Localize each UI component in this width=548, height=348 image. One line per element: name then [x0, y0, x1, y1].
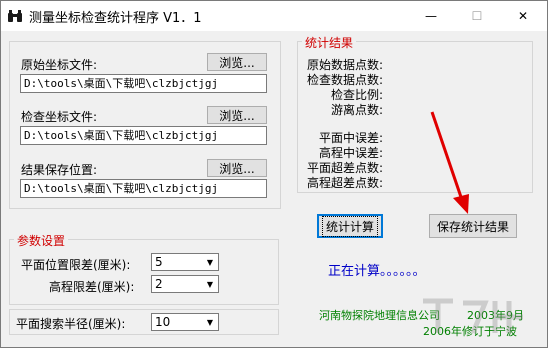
check-file-input[interactable]: D:\tools\桌面\下载吧\clzbjctjgj — [20, 126, 267, 145]
result-location-label: 结果保存位置: — [21, 163, 98, 177]
chevron-down-icon[interactable]: ▼ — [202, 276, 218, 292]
search-radius-select[interactable]: 10 ▼ — [151, 313, 219, 331]
chevron-down-icon[interactable]: ▼ — [202, 254, 218, 270]
height-limit-label: 高程限差(厘米): — [49, 280, 135, 294]
search-radius-label: 平面搜索半径(厘米): — [16, 317, 126, 331]
height-limit-select[interactable]: 2 ▼ — [151, 275, 219, 293]
status-text: 正在计算。。。。。。 — [328, 264, 426, 279]
plane-limit-value: 5 — [155, 255, 163, 269]
watermark-logo — [423, 298, 523, 334]
plane-limit-label: 平面位置限差(厘米): — [21, 258, 131, 272]
result-location-input[interactable]: D:\tools\桌面\下载吧\clzbjctjgj — [20, 179, 267, 198]
browse-result-label: 浏览... — [219, 161, 255, 176]
search-radius-value: 10 — [155, 315, 171, 329]
binoculars-icon — [8, 10, 22, 22]
height-limit-value: 2 — [155, 277, 163, 291]
save-results-button[interactable]: 保存统计结果 — [429, 214, 517, 238]
stats-legend: 统计结果 — [302, 34, 357, 51]
maximize-button[interactable]: ☐ — [454, 1, 500, 31]
app-window: 测量坐标检查统计程序 V1．1 — ☐ ✕ 原始坐标文件: 浏览... D:\t… — [0, 0, 548, 348]
minimize-button[interactable]: — — [408, 1, 454, 31]
stat-free-points: 游离点数: — [330, 103, 383, 117]
chevron-down-icon[interactable]: ▼ — [202, 314, 218, 330]
save-results-label: 保存统计结果 — [436, 219, 509, 234]
browse-original-label: 浏览... — [219, 55, 255, 70]
stat-height-over: 高程超差点数: — [306, 176, 383, 190]
original-file-label: 原始坐标文件: — [21, 58, 98, 72]
window-title: 测量坐标检查统计程序 V1．1 — [29, 11, 202, 26]
title-bar: 测量坐标检查统计程序 V1．1 — ☐ ✕ — [1, 1, 547, 31]
params-legend: 参数设置 — [14, 232, 69, 249]
browse-result-button[interactable]: 浏览... — [207, 159, 267, 177]
compute-button[interactable]: 统计计算 — [317, 214, 383, 238]
close-button[interactable]: ✕ — [500, 1, 546, 31]
compute-button-label: 统计计算 — [321, 215, 379, 237]
plane-limit-select[interactable]: 5 ▼ — [151, 253, 219, 271]
browse-original-button[interactable]: 浏览... — [207, 53, 267, 71]
browse-check-button[interactable]: 浏览... — [207, 106, 267, 124]
browse-check-label: 浏览... — [219, 108, 255, 123]
check-file-label: 检查坐标文件: — [21, 110, 98, 124]
original-file-input[interactable]: D:\tools\桌面\下载吧\clzbjctjgj — [20, 74, 267, 93]
